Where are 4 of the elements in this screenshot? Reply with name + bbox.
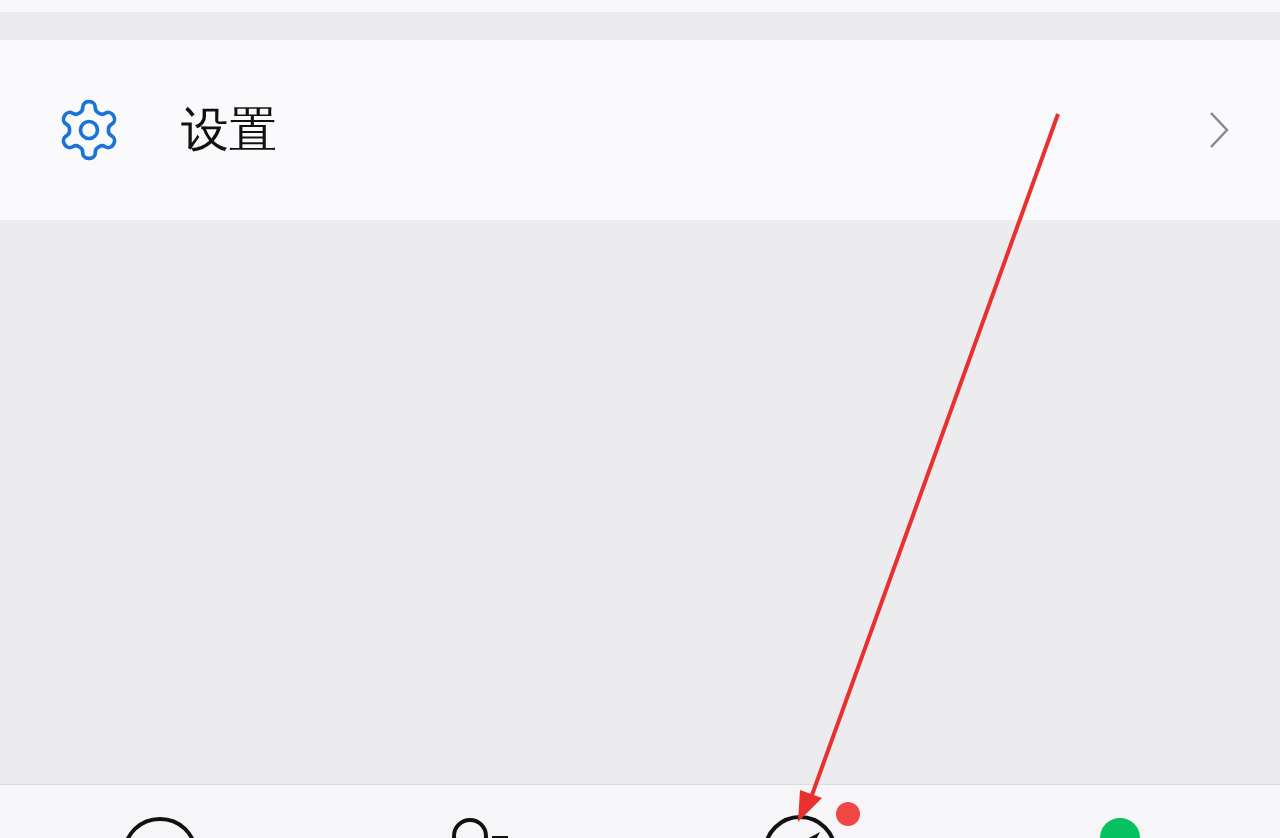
settings-label: 设置 xyxy=(181,100,278,159)
notification-dot xyxy=(836,802,860,826)
chevron-right-icon xyxy=(1208,110,1230,150)
settings-row[interactable]: 设置 xyxy=(0,40,1280,220)
